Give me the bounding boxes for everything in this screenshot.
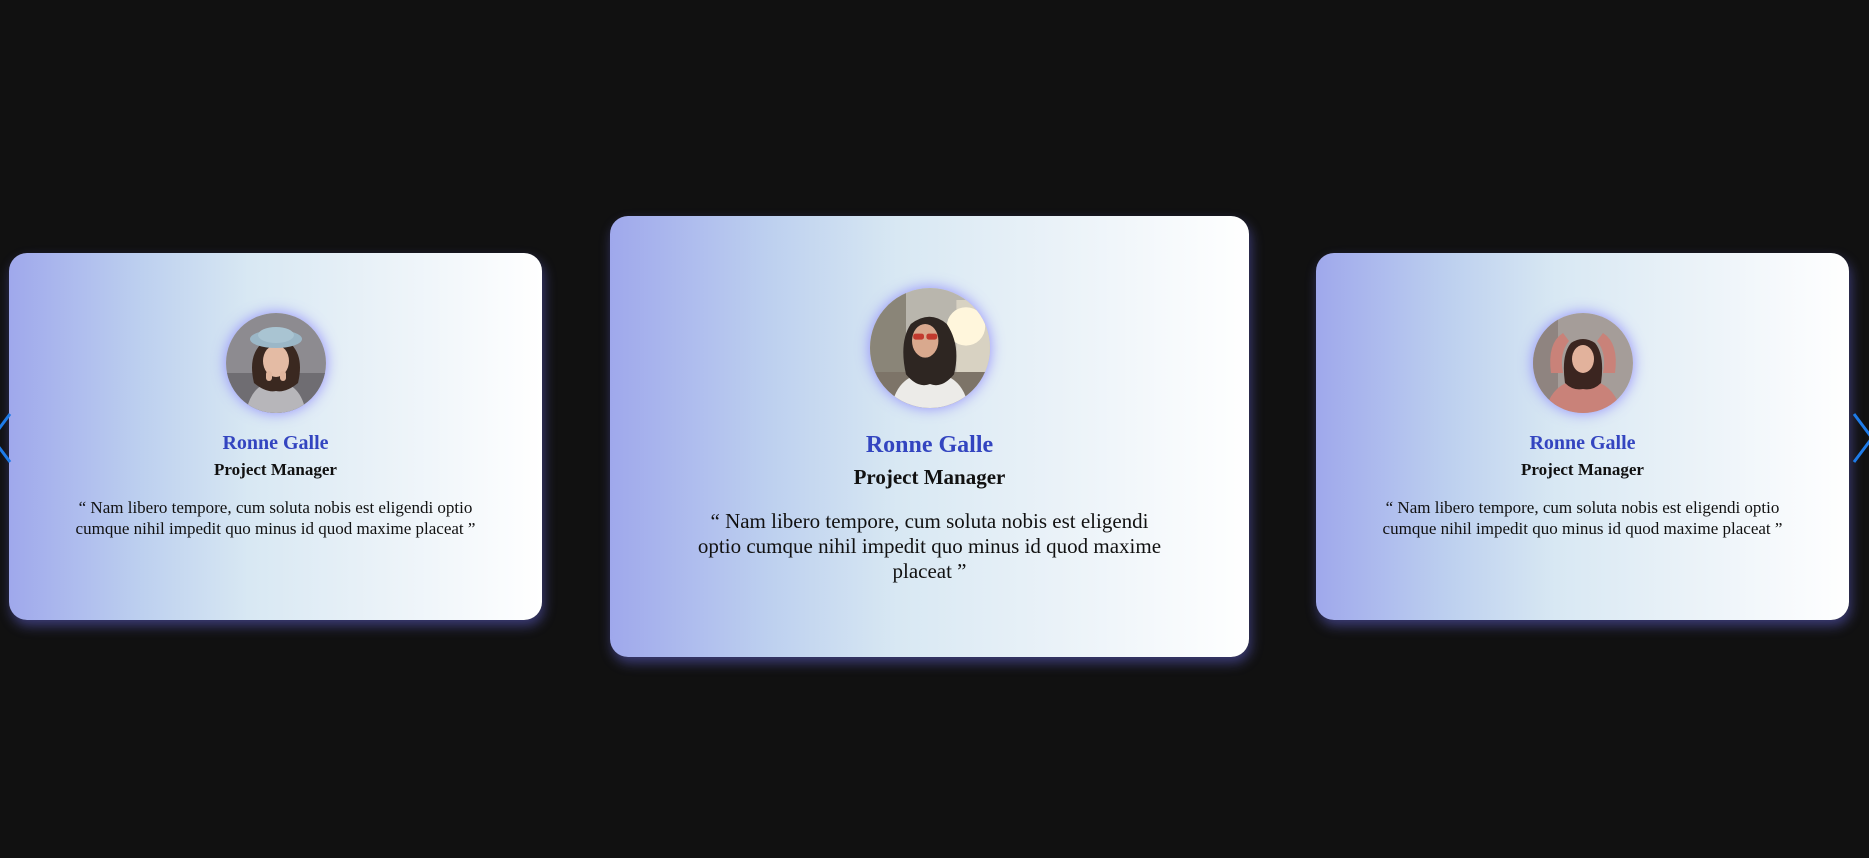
woman-pink-sweater-portrait-icon [1532,313,1633,413]
testimonial-card-right[interactable]: Ronne Galle Project Manager “ Nam libero… [1316,253,1849,620]
avatar [225,313,326,413]
person-name: Ronne Galle [1529,432,1636,454]
chevron-left-icon [0,413,12,463]
person-role: Project Manager [214,460,337,479]
testimonial-quote: “ Nam libero tempore, cum soluta nobis e… [697,509,1162,583]
testimonial-card-left[interactable]: Ronne Galle Project Manager “ Nam libero… [9,253,542,620]
avatar [1532,313,1633,413]
testimonial-card-center[interactable]: Ronne Galle Project Manager “ Nam libero… [610,216,1249,657]
testimonial-quote: “ Nam libero tempore, cum soluta nobis e… [75,498,476,538]
person-name: Ronne Galle [222,432,329,454]
prev-button[interactable] [0,410,16,466]
person-name: Ronne Galle [865,432,994,458]
next-button[interactable] [1848,410,1869,466]
person-role: Project Manager [853,465,1006,489]
testimonial-carousel: Ronne Galle Project Manager “ Nam libero… [0,0,1869,858]
avatar [869,288,990,408]
person-role: Project Manager [1521,460,1644,479]
woman-beret-portrait-icon [225,313,326,413]
chevron-right-icon [1852,413,1869,463]
woman-sunglasses-portrait-icon [869,288,990,408]
testimonial-quote: “ Nam libero tempore, cum soluta nobis e… [1382,498,1783,538]
